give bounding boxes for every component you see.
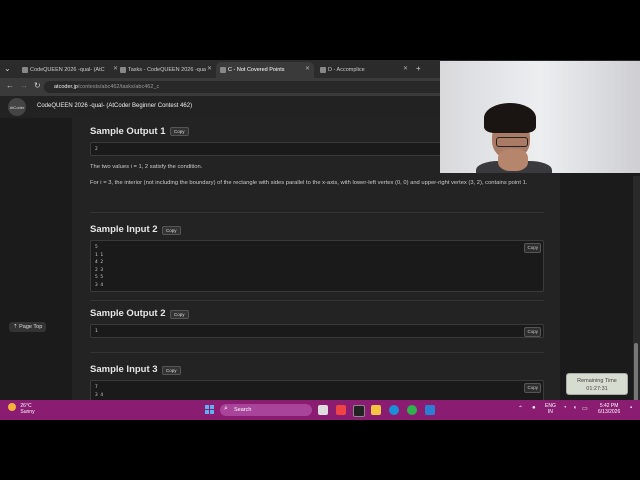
atcoder-logo[interactable]: AtCoder xyxy=(8,98,26,116)
copy-button[interactable]: Copy xyxy=(162,226,181,235)
weather-widget[interactable]: 26°C Sunny xyxy=(8,403,35,415)
start-icon[interactable] xyxy=(205,405,215,415)
mic-icon[interactable]: ● xyxy=(532,405,536,411)
chrome-icon[interactable] xyxy=(407,405,417,415)
scrollbar[interactable] xyxy=(633,176,640,420)
tab-tasks[interactable]: Tasks - CodeQUEEN 2026 -qua ✕ xyxy=(116,62,216,78)
person-hair xyxy=(484,103,536,133)
search-placeholder: Search xyxy=(234,407,252,413)
copy-button[interactable]: Copy xyxy=(524,383,541,393)
wifi-icon[interactable]: ◔ xyxy=(563,405,567,411)
page-top-label: Page Top xyxy=(19,324,43,330)
scrollbar-thumb[interactable] xyxy=(634,343,638,403)
back-icon[interactable]: ← xyxy=(6,81,14,90)
copy-button[interactable]: Copy xyxy=(170,310,189,319)
code-line: 5 5 xyxy=(95,275,104,280)
taskbar: 26°C Sunny ⌕ Search ⌃ ● ENG IN ◔ ◖ ▭ 5:4… xyxy=(0,400,640,420)
tab-d-accomplice[interactable]: D - Accomplice ✕ xyxy=(316,62,412,78)
volume-icon[interactable]: ◖ xyxy=(573,405,577,411)
section-title: Sample Output 2 xyxy=(90,308,166,319)
edge-icon[interactable] xyxy=(389,405,399,415)
copy-button[interactable]: Copy xyxy=(524,243,541,253)
explanation-text: For i = 3, the interior (not including t… xyxy=(90,180,528,186)
battery-icon[interactable]: ▭ xyxy=(582,405,588,412)
clock-date: 6/13/2026 xyxy=(598,409,621,415)
code-line: 7 xyxy=(95,385,98,390)
divider xyxy=(90,300,544,301)
code-line: 3 4 xyxy=(95,282,104,288)
divider xyxy=(90,352,544,353)
section-title: Sample Input 2 xyxy=(90,224,158,235)
section-title: Sample Output 1 xyxy=(90,126,166,137)
tab-label: Tasks - CodeQUEEN 2026 -qua xyxy=(128,67,206,73)
vscode-icon[interactable] xyxy=(425,405,435,415)
weather-desc: Sunny xyxy=(20,409,35,415)
close-icon[interactable]: ✕ xyxy=(305,65,310,72)
url-field[interactable]: atcoder.jp/contests/abc462/tasks/abc462_… xyxy=(44,81,464,93)
timer-value: 01:27:31 xyxy=(586,386,608,392)
close-icon[interactable]: ✕ xyxy=(207,65,212,72)
tab-c-not-covered-points[interactable]: C - Not Covered Points ✕ xyxy=(216,62,314,78)
copy-button[interactable]: Copy xyxy=(162,366,181,375)
reload-icon[interactable]: ↻ xyxy=(34,81,41,90)
glasses xyxy=(496,137,528,147)
chevron-up-icon[interactable]: ⌃ xyxy=(518,405,523,412)
atcoder-favicon-icon xyxy=(220,67,226,73)
code-line: 1 1 xyxy=(95,252,104,258)
url-path: /contests/abc462/tasks/abc462_c xyxy=(77,84,160,90)
remaining-time-widget: Remaining Time 01:27:31 xyxy=(566,373,628,395)
url-host: atcoder.jp xyxy=(54,84,78,90)
copy-button[interactable]: Copy xyxy=(524,327,541,337)
copy-button[interactable]: Copy xyxy=(170,127,189,136)
atcoder-favicon-icon xyxy=(120,67,126,73)
lang-bottom: IN xyxy=(547,409,553,415)
tab-label: C - Not Covered Points xyxy=(228,67,285,73)
contest-title[interactable]: CodeQUEEN 2026 -qual- (AtCoder Beginner … xyxy=(37,103,192,109)
terminal-icon[interactable] xyxy=(353,405,365,417)
code-line: 3 4 xyxy=(95,392,104,398)
tab-label: CodeQUEEN 2026 -qual- (AtC xyxy=(30,67,105,73)
atcoder-favicon-icon xyxy=(22,67,28,73)
clock[interactable]: 5:42 PM 6/13/2026 xyxy=(598,403,620,415)
sample-input-2-box[interactable]: Copy 5 1 1 4 2 2 3 5 5 3 4 xyxy=(90,240,544,292)
tab-list-icon[interactable]: ⌄ xyxy=(4,64,11,73)
code-line: 2 3 xyxy=(95,267,104,273)
divider xyxy=(90,212,544,213)
section-title: Sample Input 3 xyxy=(90,364,158,375)
task-view-icon[interactable] xyxy=(318,405,328,415)
code-line: 5 xyxy=(95,245,98,250)
code-line: 1 xyxy=(95,329,98,334)
page-top-button[interactable]: ⇡ Page Top xyxy=(9,322,47,332)
forward-icon[interactable]: → xyxy=(20,81,28,90)
file-explorer-icon[interactable] xyxy=(371,405,381,415)
webcam-overlay xyxy=(440,61,640,173)
close-icon[interactable]: ✕ xyxy=(403,65,408,72)
notification-icon[interactable]: ▪ xyxy=(630,405,632,411)
app-icon[interactable] xyxy=(336,405,346,415)
code-line: 4 2 xyxy=(95,260,104,265)
sun-icon xyxy=(8,403,16,411)
new-tab-icon[interactable]: + xyxy=(416,64,421,73)
person-hand xyxy=(498,149,528,171)
atcoder-favicon-icon xyxy=(320,67,326,73)
tab-label: D - Accomplice xyxy=(328,67,365,73)
sample-output-2-box[interactable]: Copy 1 xyxy=(90,324,544,338)
search-icon: ⌕ xyxy=(224,405,228,412)
language-indicator[interactable]: ENG IN xyxy=(545,403,556,415)
logo-text: AtCoder xyxy=(9,104,25,110)
timer-label: Remaining Time xyxy=(577,378,617,384)
taskbar-search[interactable]: ⌕ Search xyxy=(220,404,312,416)
tab-contest[interactable]: CodeQUEEN 2026 -qual- (AtC ✕ xyxy=(18,62,122,78)
